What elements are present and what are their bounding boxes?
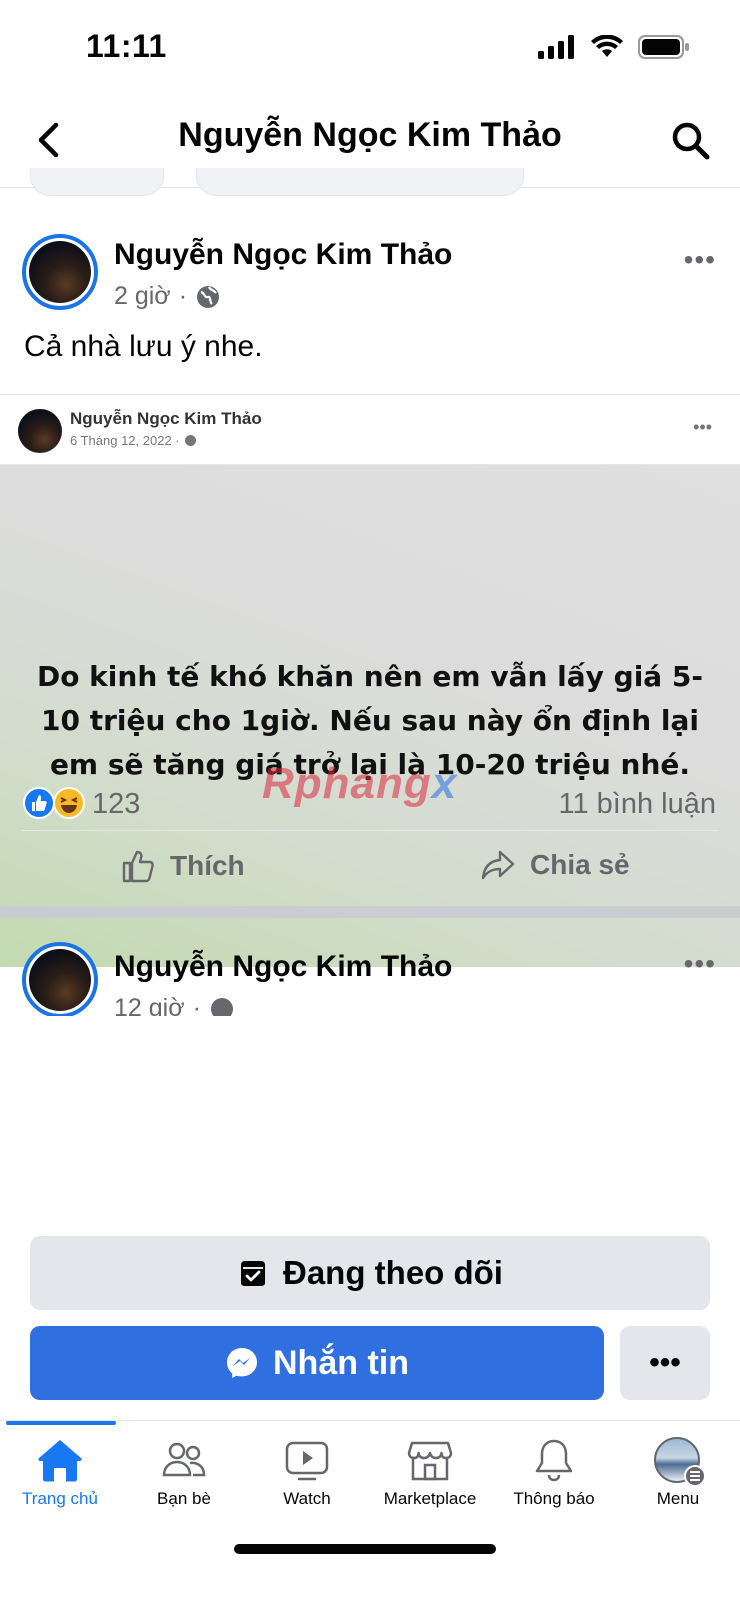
tab-label: Trang chủ — [22, 1489, 98, 1508]
bell-icon — [535, 1439, 573, 1482]
like-button[interactable]: Thích — [120, 848, 245, 884]
search-button[interactable] — [666, 116, 716, 166]
share-icon — [481, 850, 515, 880]
tab-watch[interactable]: Watch — [245, 1437, 369, 1509]
post-text: Cả nhà lưu ý nhe. — [24, 330, 263, 363]
following-button[interactable]: Đang theo dõi — [30, 1236, 710, 1310]
tab-label: Thông báo — [513, 1489, 595, 1508]
message-label: Nhắn tin — [273, 1343, 409, 1382]
like-label: Thích — [170, 850, 245, 881]
following-check-icon — [241, 1261, 265, 1286]
more-actions-button[interactable]: ••• — [620, 1326, 710, 1400]
back-button[interactable] — [26, 118, 70, 162]
comment-count[interactable]: 11 bình luận — [559, 788, 717, 821]
tab-label: Bạn bè — [157, 1489, 211, 1508]
tab-home[interactable]: Trang chủ — [0, 1437, 122, 1509]
post-author-name[interactable]: Nguyễn Ngọc Kim Thảo — [114, 238, 452, 272]
shared-author-name: Nguyễn Ngọc Kim Thảo — [70, 409, 262, 428]
globe-icon — [197, 285, 220, 308]
post-card: Nguyễn Ngọc Kim Thảo 12 giờ · ••• — [0, 918, 740, 1016]
tab-marketplace[interactable]: Marketplace — [368, 1437, 492, 1509]
reaction-count[interactable]: 123 — [92, 788, 140, 821]
filter-chip[interactable] — [30, 168, 164, 196]
post-more-button[interactable]: ••• — [684, 244, 716, 276]
share-button[interactable]: Chia sẻ — [480, 848, 630, 882]
tab-notifications[interactable]: Thông báo — [492, 1437, 616, 1509]
chevron-left-icon — [38, 122, 59, 158]
feed-separator — [0, 906, 740, 918]
post-meta: 12 giờ · — [114, 994, 235, 1016]
status-icons — [538, 34, 690, 60]
thumbs-up-icon — [122, 850, 154, 883]
status-bar: 11:11 — [0, 0, 740, 96]
reactions-row: 123 11 bình luận — [0, 770, 740, 832]
page-title: Nguyễn Ngọc Kim Thảo — [178, 116, 562, 154]
tab-label: Marketplace — [383, 1489, 477, 1508]
tab-menu[interactable]: Menu — [616, 1437, 740, 1509]
shared-post-header: Nguyễn Ngọc Kim Thảo 6 Tháng 12, 2022 · … — [0, 395, 740, 465]
meta-separator: · — [178, 282, 188, 310]
haha-reaction-icon — [53, 787, 85, 819]
message-button[interactable]: Nhắn tin — [30, 1326, 604, 1400]
active-tab-indicator — [6, 1421, 116, 1425]
filter-chip[interactable] — [196, 168, 524, 196]
share-label: Chia sẻ — [530, 849, 630, 880]
wifi-icon — [591, 35, 623, 57]
post-actions: Thích Chia sẻ — [0, 834, 740, 906]
home-indicator — [234, 1544, 496, 1554]
marketplace-icon — [407, 1441, 453, 1481]
post-time[interactable]: 12 giờ — [114, 994, 185, 1016]
reaction-icons[interactable] — [22, 786, 86, 820]
tab-friends[interactable]: Bạn bè — [122, 1437, 246, 1509]
messenger-icon — [227, 1348, 257, 1378]
post-time[interactable]: 2 giờ — [114, 282, 171, 311]
post-author-name[interactable]: Nguyễn Ngọc Kim Thảo — [114, 950, 452, 984]
post-more-button[interactable]: ••• — [684, 948, 716, 980]
tab-label: Menu — [656, 1489, 700, 1508]
post-meta: 2 giờ · — [114, 282, 221, 311]
menu-avatar-icon — [654, 1437, 706, 1487]
status-time: 11:11 — [86, 28, 167, 64]
friends-icon — [162, 1442, 206, 1477]
watch-icon — [285, 1441, 329, 1481]
search-icon — [672, 122, 710, 160]
shared-post-date: 6 Tháng 12, 2022 · — [70, 433, 197, 448]
author-avatar[interactable] — [22, 942, 98, 1016]
globe-icon — [184, 435, 196, 446]
following-label: Đang theo dõi — [283, 1254, 503, 1291]
author-avatar[interactable] — [22, 234, 98, 310]
like-reaction-icon — [23, 787, 55, 819]
divider — [22, 830, 718, 831]
shared-more-icon: ••• — [693, 417, 712, 437]
battery-icon — [638, 35, 689, 59]
shared-author-avatar — [18, 409, 62, 453]
home-icon — [38, 1440, 82, 1482]
bottom-tab-bar: Trang chủ Bạn bè Watch Marketplace Thông… — [0, 1420, 740, 1600]
globe-icon — [210, 997, 233, 1016]
tab-label: Watch — [283, 1489, 331, 1508]
signal-icon — [538, 35, 574, 59]
